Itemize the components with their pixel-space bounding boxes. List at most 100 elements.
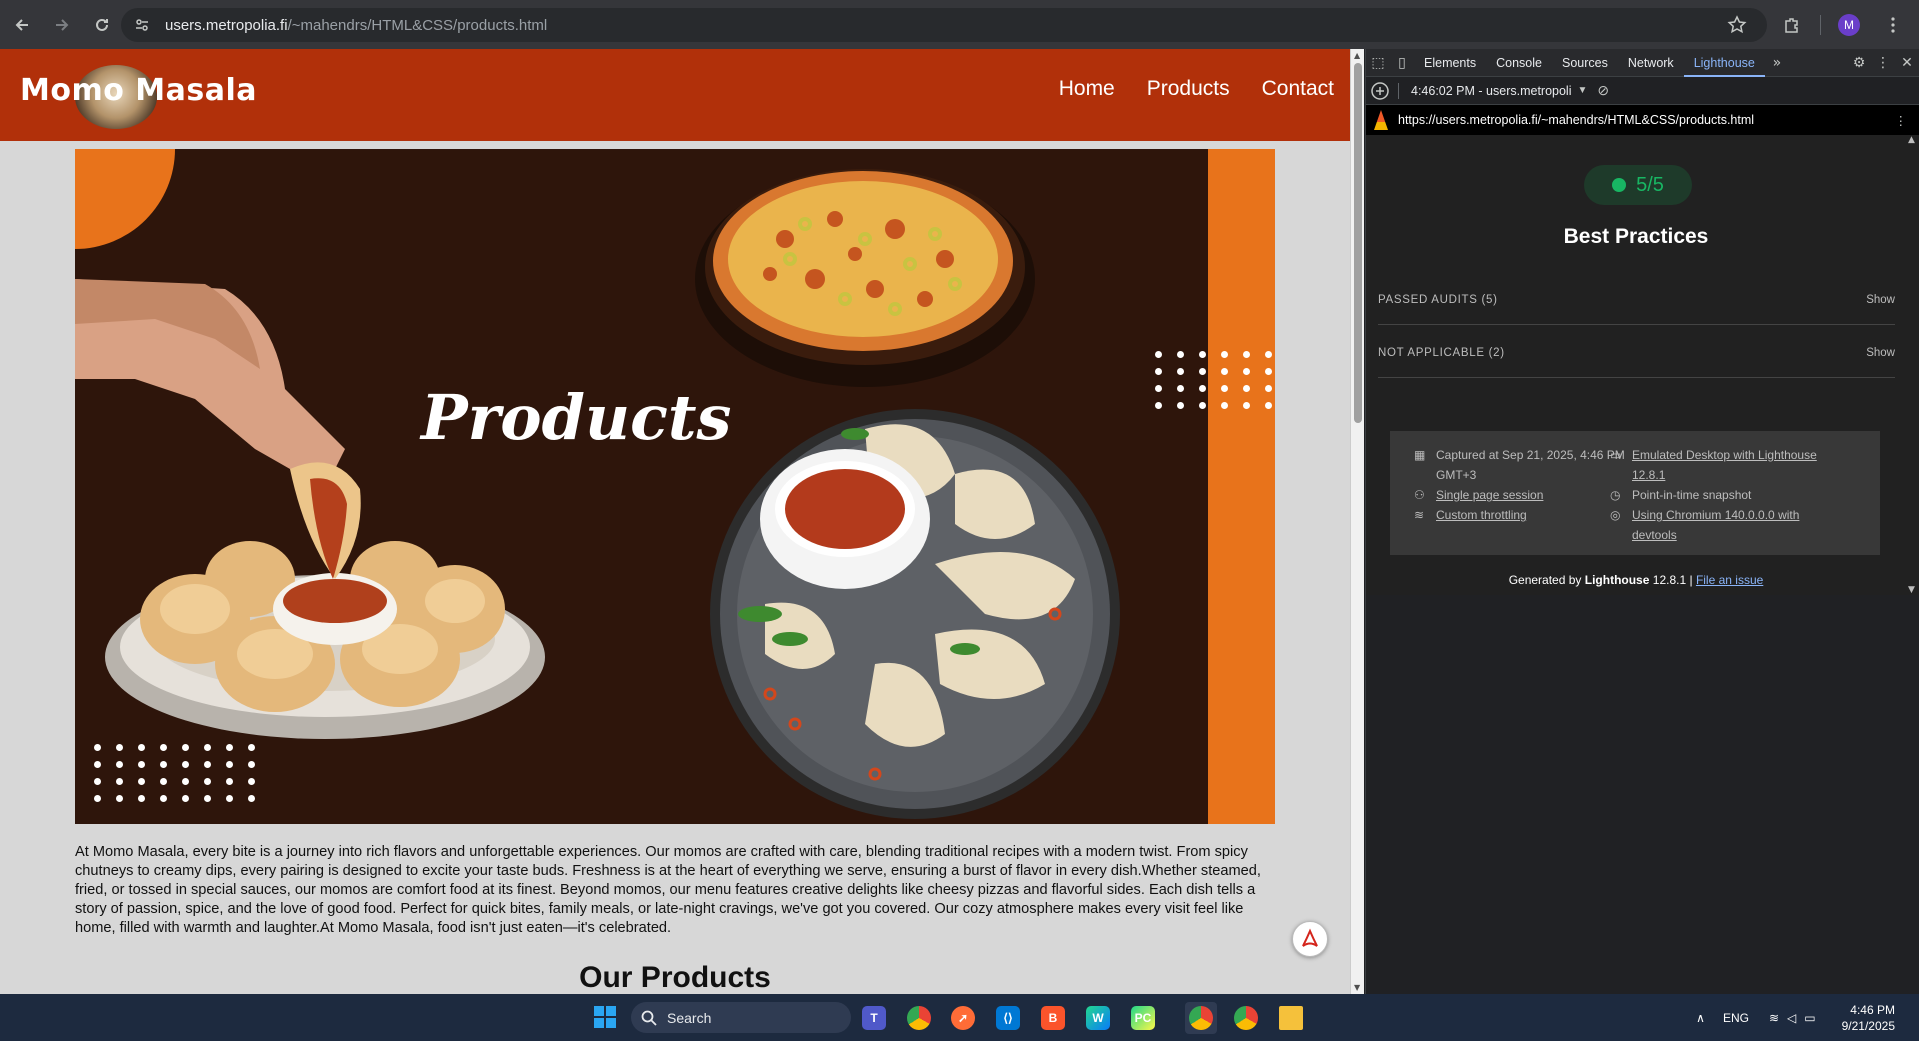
chromium-link[interactable]: Using Chromium 140.0.0.0 with devtools [1632,505,1830,545]
tab-lighthouse[interactable]: Lighthouse [1683,49,1765,77]
page-scrollbar[interactable]: ▲ ▼ [1350,49,1364,994]
puzzle-icon [1785,18,1798,33]
score-value: 5/5 [1636,173,1664,196]
search-icon [641,1010,657,1026]
devtools-settings-gear-icon[interactable]: ⚙ [1847,49,1871,77]
forward-button[interactable] [44,7,80,43]
env-emulated: ▭ Emulated Desktop with Lighthouse 12.8.1 [1610,445,1830,485]
webstorm-icon: W [1086,1006,1110,1030]
inspect-element-icon[interactable]: ⬚ [1366,49,1390,77]
clock-date: 9/21/2025 [1841,1018,1895,1033]
taskbar-brave[interactable]: B [1037,1002,1069,1034]
taskbar-file-explorer[interactable] [1275,1002,1307,1034]
score-badge: 5/5 [1584,165,1692,205]
site-logo[interactable]: Momo Masala [20,73,257,108]
file-issue-link[interactable]: File an issue [1696,573,1763,587]
windows-taskbar: Search T ➚ ⟨⟩ B W PC ∧ ENG ≋ ◁ ▭ 4:46 PM… [0,994,1919,1041]
devtools-panel: ⬚ ▯ Elements Console Sources Network Lig… [1365,49,1919,994]
kebab-menu-icon [1891,17,1895,33]
url-text[interactable]: users.metropolia.fi/~mahendrs/HTML&CSS/p… [165,17,547,34]
volume-icon[interactable]: ◁ [1787,1011,1796,1025]
scrollbar-thumb[interactable] [1354,63,1362,423]
windows-start-icon[interactable] [594,1006,616,1028]
taskbar-search[interactable]: Search [631,1002,851,1033]
address-bar[interactable]: users.metropolia.fi/~mahendrs/HTML&CSS/p… [121,8,1767,42]
tab-elements[interactable]: Elements [1414,49,1486,77]
nav-home[interactable]: Home [1059,77,1115,101]
toolbar-divider [1398,82,1399,99]
session-icon: ⚇ [1414,488,1425,502]
taskbar-webstorm[interactable]: W [1082,1002,1114,1034]
wifi-icon[interactable]: ≋ [1769,1011,1779,1025]
back-arrow-icon [15,18,28,31]
taskbar-chrome-profile-2[interactable] [1230,1002,1262,1034]
momo-plate-image [75,279,545,739]
taskbar-chrome[interactable] [903,1002,935,1034]
new-report-icon[interactable] [1368,77,1392,105]
emulated-link[interactable]: Emulated Desktop with Lighthouse 12.8.1 [1632,445,1830,485]
env-session: ⚇ Single page session [1414,485,1634,505]
scroll-down-icon[interactable]: ▼ [1908,585,1915,595]
timer-icon: ◷ [1610,488,1621,502]
env-chromium: ◎ Using Chromium 140.0.0.0 with devtools [1610,505,1830,545]
extensions-button[interactable] [1774,7,1810,43]
scroll-down-icon[interactable]: ▼ [1354,983,1360,992]
search-label: Search [667,1009,712,1026]
vscode-icon: ⟨⟩ [996,1006,1020,1030]
battery-icon[interactable]: ▭ [1804,1011,1815,1025]
tray-overflow-chevron-icon[interactable]: ∧ [1696,1011,1705,1025]
report-url[interactable]: https://users.metropolia.fi/~mahendrs/HT… [1398,113,1754,127]
tab-sources[interactable]: Sources [1552,49,1618,77]
bookmark-star-icon[interactable] [1727,15,1747,35]
momo-dumpling-plate-image [710,409,1120,819]
nav-products[interactable]: Products [1147,77,1230,101]
toolbar-right: M [1770,7,1919,43]
throttling-link[interactable]: Custom throttling [1436,505,1527,525]
device-toolbar-icon[interactable]: ▯ [1390,49,1414,77]
env-captured: ▦ Captured at Sep 21, 2025, 4:46 PM GMT+3 [1414,445,1634,485]
taskbar-clock[interactable]: 4:46 PM 9/21/2025 [1842,1002,1895,1034]
folder-icon [1279,1006,1303,1030]
scroll-up-icon[interactable]: ▲ [1354,51,1360,60]
nav-contact[interactable]: Contact [1262,77,1334,101]
reload-button[interactable] [84,7,120,43]
not-applicable-label: NOT APPLICABLE (2) [1378,347,1505,359]
taskbar-postman[interactable]: ➚ [947,1002,979,1034]
browser-menu-button[interactable] [1875,7,1911,43]
not-applicable-show[interactable]: Show [1866,347,1895,359]
chrome-profile-icon [1234,1006,1258,1030]
input-language[interactable]: ENG [1723,1011,1749,1025]
not-applicable-row[interactable]: NOT APPLICABLE (2) Show [1378,347,1895,378]
taskbar-vscode[interactable]: ⟨⟩ [992,1002,1024,1034]
devtools-menu-icon[interactable]: ⋮ [1871,49,1895,77]
site-info-icon[interactable] [131,14,153,36]
report-menu-icon[interactable]: ⋮ [1895,113,1908,128]
clear-reports-icon[interactable]: ⊘ [1597,82,1609,99]
web-page: Momo Masala Home Products Contact Produc… [0,49,1350,994]
passed-audits-show[interactable]: Show [1866,294,1895,306]
pizza-image [695,169,1035,387]
taskbar-chrome-profile-m[interactable] [1185,1002,1217,1034]
chevron-down-icon[interactable]: ▼ [1578,85,1588,96]
devtools-scrollbar[interactable]: ▲ ▼ [1907,135,1919,595]
taskbar-teams[interactable]: T [858,1002,890,1034]
site-header: Momo Masala Home Products Contact [0,49,1350,141]
devtools-close-icon[interactable]: ✕ [1895,49,1919,77]
scroll-up-icon[interactable]: ▲ [1908,135,1915,145]
back-button[interactable] [4,7,40,43]
tab-network[interactable]: Network [1618,49,1684,77]
profile-button[interactable]: M [1831,7,1867,43]
taskbar-pycharm[interactable]: PC [1127,1002,1159,1034]
hero-corner-circle [75,149,175,249]
pdf-extension-button[interactable] [1292,921,1328,957]
brave-icon: B [1041,1006,1065,1030]
passed-audits-row[interactable]: PASSED AUDITS (5) Show [1378,294,1895,325]
calendar-icon: ▦ [1414,448,1426,462]
desktop-icon: ▭ [1610,448,1622,462]
tab-console[interactable]: Console [1486,49,1552,77]
url-path: /~mahendrs/HTML&CSS/products.html [287,16,548,34]
browser-toolbar: users.metropolia.fi/~mahendrs/HTML&CSS/p… [0,0,1919,49]
more-tabs-icon[interactable]: » [1765,49,1789,77]
session-link[interactable]: Single page session [1436,485,1543,505]
report-select[interactable]: 4:46:02 PM - users.metropoli [1411,84,1572,98]
